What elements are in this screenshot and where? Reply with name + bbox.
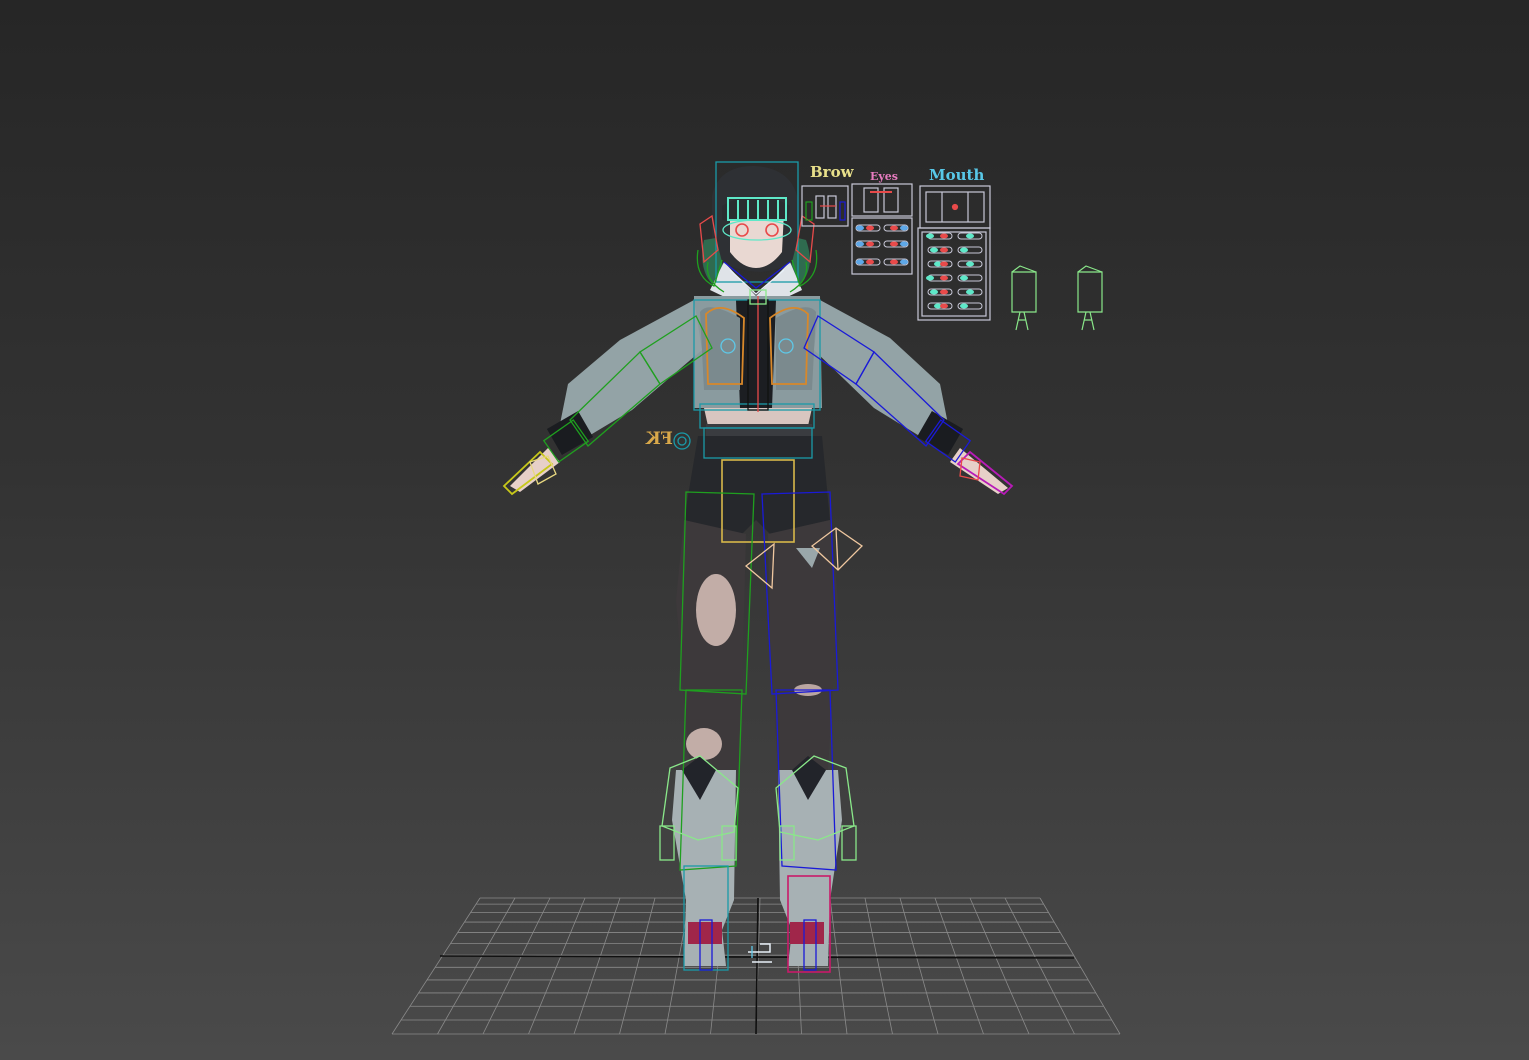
slider-handle[interactable] xyxy=(940,303,948,309)
grid-line xyxy=(528,897,586,1035)
3d-viewport[interactable]: Brow Eyes Mouth FK xyxy=(0,0,1529,1060)
slider-handle[interactable] xyxy=(940,261,948,267)
slider-handle[interactable] xyxy=(940,289,948,295)
mouth-label: Mouth xyxy=(929,166,985,184)
brow-label: Brow xyxy=(810,163,854,181)
grid-line xyxy=(755,897,759,1035)
slider-handle[interactable] xyxy=(960,247,968,253)
viewport-canvas[interactable] xyxy=(0,0,1529,1060)
slider-handle[interactable] xyxy=(856,225,864,231)
slider-handle[interactable] xyxy=(966,261,974,267)
ikfk-switch xyxy=(673,432,691,450)
grid-line xyxy=(437,897,516,1035)
grid-line xyxy=(829,897,848,1035)
eyes-panel xyxy=(851,183,913,217)
grid-line xyxy=(899,897,939,1035)
grid-line xyxy=(573,897,621,1035)
slider-handle[interactable] xyxy=(856,259,864,265)
slider-handle[interactable] xyxy=(866,259,874,265)
ikfk-label[interactable]: FK xyxy=(646,429,673,449)
slider-handle[interactable] xyxy=(856,241,864,247)
slider-handle[interactable] xyxy=(940,233,948,239)
slider-handle[interactable] xyxy=(900,225,908,231)
slider-handle[interactable] xyxy=(900,259,908,265)
slider-handle[interactable] xyxy=(890,225,898,231)
slider-handle[interactable] xyxy=(930,289,938,295)
slider-handle[interactable] xyxy=(866,225,874,231)
grid-line xyxy=(864,897,893,1035)
eyes-label: Eyes xyxy=(870,170,898,183)
grid-line xyxy=(482,897,551,1035)
slider-handle[interactable] xyxy=(926,275,934,281)
slider-handle[interactable] xyxy=(926,233,934,239)
slider-handle[interactable] xyxy=(940,247,948,253)
slider-handle[interactable] xyxy=(966,289,974,295)
slider-handle[interactable] xyxy=(900,241,908,247)
slider-handle[interactable] xyxy=(890,241,898,247)
slider-handle[interactable] xyxy=(960,275,968,281)
slider-handle[interactable] xyxy=(940,275,948,281)
slider-handle[interactable] xyxy=(930,247,938,253)
rig-controls[interactable] xyxy=(502,161,1014,973)
face-sliders[interactable] xyxy=(855,224,983,310)
grid-line xyxy=(391,897,481,1035)
ground-grid xyxy=(391,897,1121,1035)
slider-handle[interactable] xyxy=(890,259,898,265)
slider-handle[interactable] xyxy=(960,303,968,309)
grid-line xyxy=(619,897,656,1035)
grid-line xyxy=(934,897,984,1035)
grid-line xyxy=(969,897,1030,1035)
grid-line xyxy=(1004,897,1075,1035)
slider-handle[interactable] xyxy=(966,233,974,239)
slider-handle[interactable] xyxy=(866,241,874,247)
grid-line xyxy=(1039,897,1121,1035)
